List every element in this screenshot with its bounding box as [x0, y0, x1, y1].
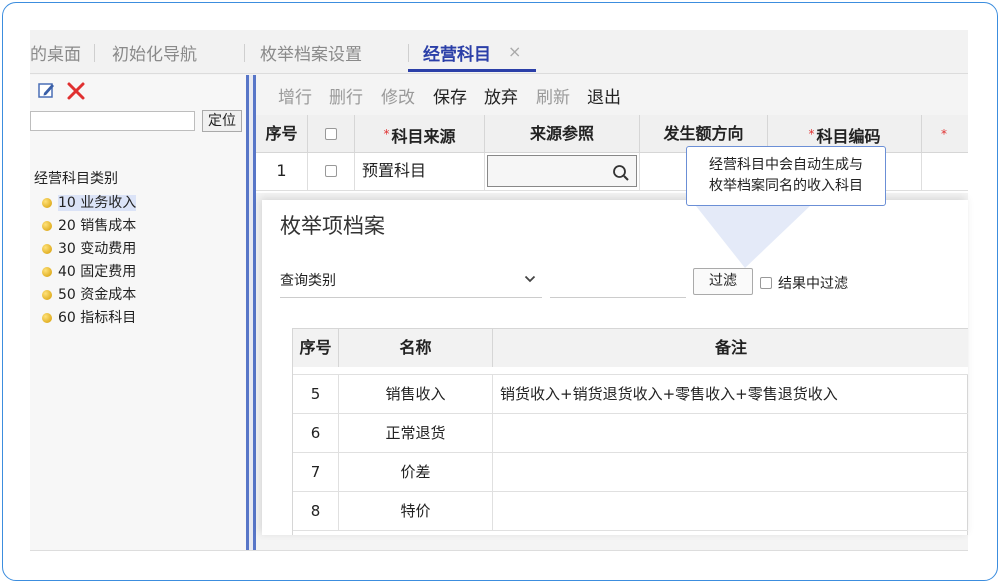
tree-node-icon [42, 221, 52, 231]
table-row-seq: 6 [293, 414, 339, 453]
column-header-select[interactable] [308, 115, 355, 153]
tab-separator [244, 44, 245, 62]
tab-bar: 的桌面 初始化导航 枚举档案设置 经营科目 × [30, 30, 968, 74]
table-row-note[interactable] [493, 414, 968, 453]
column-header-seq: 序号 [293, 329, 339, 367]
column-header-code-label: 科目编码 [816, 127, 881, 146]
table-row-note[interactable] [493, 492, 968, 531]
table-row-name[interactable]: 正常退货 [339, 414, 493, 453]
query-input[interactable] [550, 270, 686, 298]
exit-button[interactable]: 退出 [587, 83, 621, 108]
tab-separator [408, 44, 409, 62]
locate-button[interactable]: 定位 [202, 110, 242, 132]
table-row-seq: 7 [293, 453, 339, 492]
row-extra-cell[interactable] [922, 153, 968, 191]
tree-item-label: 10 业务收入 [58, 195, 137, 211]
table-row-note[interactable] [493, 453, 968, 492]
row-seq-cell: 1 [256, 153, 308, 191]
required-mark: * [383, 127, 390, 141]
tree-item-30[interactable]: 30 变动费用 [42, 238, 136, 258]
query-category-value: 查询类别 [280, 273, 336, 289]
table-row-name[interactable]: 销售收入 [339, 375, 493, 414]
column-header-seq: 序号 [256, 115, 308, 153]
required-mark: * [808, 127, 815, 141]
discard-button[interactable]: 放弃 [484, 83, 518, 108]
delete-icon[interactable] [66, 81, 86, 101]
enum-table: 序号 名称 备注 5 销售收入 销货收入+销货退货收入+零售收入+零售退货收入 … [292, 328, 968, 535]
refresh-button[interactable]: 刷新 [536, 83, 570, 108]
left-panel: 定位 经营科目类别 10 业务收入 20 销售成本 30 变动费用 40 固定费… [30, 75, 246, 550]
tree-item-label: 20 销售成本 [58, 218, 137, 234]
filter-in-results-label: 结果中过滤 [778, 276, 848, 292]
table-scroll-gap [293, 367, 968, 375]
column-header-source: * 科目来源 [355, 115, 485, 153]
tree-node-icon [42, 267, 52, 277]
tree-node-icon [42, 290, 52, 300]
table-row-seq: 5 [293, 375, 339, 414]
tree-root[interactable]: 经营科目类别 [34, 168, 118, 188]
table-row-note[interactable]: 销货收入+销货退货收入+零售收入+零售退货收入 [493, 375, 968, 414]
tree-item-label: 50 资金成本 [58, 287, 137, 303]
chevron-down-icon[interactable] [524, 274, 536, 284]
tree-item-40[interactable]: 40 固定费用 [42, 261, 136, 281]
tree-node-icon [42, 244, 52, 254]
select-all-checkbox[interactable] [325, 128, 337, 140]
search-icon[interactable] [612, 164, 630, 182]
edit-icon[interactable] [38, 81, 56, 99]
callout-tooltip: 经营科目中会自动生成与 枚举档案同名的收入科目 [686, 146, 886, 206]
delete-row-button[interactable]: 删行 [329, 83, 363, 108]
tree-item-label: 40 固定费用 [58, 264, 137, 280]
tree-item-60[interactable]: 60 指标科目 [42, 307, 136, 327]
filter-in-results-checkbox[interactable] [760, 277, 772, 289]
tree-item-20[interactable]: 20 销售成本 [42, 215, 136, 235]
row-source-cell[interactable]: 预置科目 [355, 153, 485, 191]
close-icon[interactable]: × [508, 42, 521, 61]
locate-input[interactable] [30, 111, 195, 131]
tree-item-label: 60 指标科目 [58, 310, 137, 326]
tab-init-guide[interactable]: 初始化导航 [112, 40, 197, 65]
row-source-ref-cell[interactable] [485, 153, 640, 191]
tab-business-subjects[interactable]: 经营科目 [423, 40, 491, 65]
status-divider [30, 550, 968, 551]
tab-desktop[interactable]: 的桌面 [30, 40, 81, 65]
table-row-seq: 8 [293, 492, 339, 531]
active-tab-indicator [408, 69, 536, 72]
column-header-note: 备注 [493, 329, 968, 367]
tree-node-icon [42, 313, 52, 323]
tree-node-icon [42, 198, 52, 208]
required-mark: * [941, 127, 947, 141]
callout-line-1: 经营科目中会自动生成与 [709, 157, 863, 173]
save-button[interactable]: 保存 [433, 83, 467, 108]
row-checkbox[interactable] [325, 165, 337, 177]
callout-line-2: 枚举档案同名的收入科目 [709, 178, 863, 194]
row-select-cell[interactable] [308, 153, 355, 191]
tab-separator [94, 44, 95, 62]
filter-button[interactable]: 过滤 [693, 268, 753, 295]
modify-button[interactable]: 修改 [381, 83, 415, 108]
tree-item-label: 30 变动费用 [58, 241, 137, 257]
filter-in-results[interactable]: 结果中过滤 [760, 273, 848, 293]
dialog-title: 枚举项档案 [280, 214, 385, 238]
source-ref-input[interactable] [487, 155, 637, 187]
column-header-more: * [922, 115, 968, 153]
column-header-name: 名称 [339, 329, 493, 367]
table-row-name[interactable]: 价差 [339, 453, 493, 492]
enum-archive-dialog: 枚举项档案 查询类别 过滤 结果中过滤 序号 名称 备注 5 销售收入 销货收入… [262, 200, 968, 535]
tab-enum-settings[interactable]: 枚举档案设置 [260, 40, 362, 65]
tree-item-50[interactable]: 50 资金成本 [42, 284, 136, 304]
table-row-name[interactable]: 特价 [339, 492, 493, 531]
column-header-source-label: 科目来源 [391, 127, 456, 146]
tree-item-10[interactable]: 10 业务收入 [42, 192, 137, 212]
query-category-select[interactable]: 查询类别 [280, 270, 542, 298]
column-header-source-ref: 来源参照 [485, 115, 640, 153]
add-row-button[interactable]: 增行 [278, 83, 312, 108]
